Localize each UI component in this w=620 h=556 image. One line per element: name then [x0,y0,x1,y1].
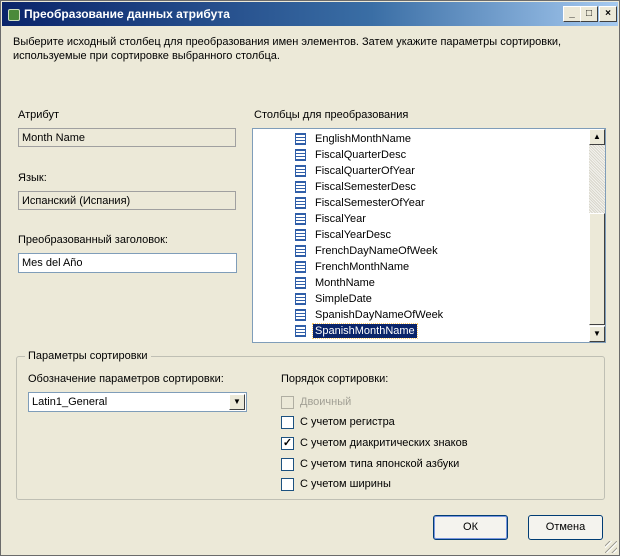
column-icon [295,261,306,273]
list-item[interactable]: FiscalQuarterOfYear [295,163,417,179]
scroll-up-button[interactable]: ▲ [589,129,605,145]
list-item[interactable]: FrenchMonthName [295,259,411,275]
column-icon [295,309,306,321]
sort-option[interactable]: С учетом типа японской азбуки [281,457,459,471]
list-item-label: MonthName [315,277,375,289]
sort-option[interactable]: С учетом ширины [281,477,391,491]
columns-listbox[interactable]: EnglishMonthName FiscalQuarterDesc FiscalQ… [252,128,606,343]
list-item-label: EnglishMonthName [315,133,411,145]
collation-value: Latin1_General [32,396,108,408]
window-title: Преобразование данных атрибута [24,7,230,21]
list-item[interactable]: SpanishDayNameOfWeek [295,307,445,323]
column-icon [295,293,306,305]
column-icon [295,245,306,257]
list-item-label: FiscalYear [315,213,366,225]
sort-option[interactable]: С учетом регистра [281,415,395,429]
list-item-label: SpanishDayNameOfWeek [315,309,444,321]
minimize-button[interactable]: _ [563,6,581,22]
attribute-label: Атрибут [18,109,59,121]
list-item[interactable]: FiscalSemesterDesc [295,179,418,195]
column-icon [295,165,306,177]
translated-caption-label: Преобразованный заголовок: [18,234,168,246]
resize-grip[interactable] [605,541,617,553]
title-bar[interactable]: Преобразование данных атрибута _ □ × [2,2,618,26]
sort-option-label: С учетом ширины [300,478,391,490]
list-item-label: FrenchMonthName [315,261,410,273]
sort-group-title: Параметры сортировки [25,350,151,362]
checkbox [281,395,294,409]
language-field: Испанский (Испания) [18,191,236,210]
sort-option-label: С учетом диакритических знаков [300,437,468,449]
column-icon [295,181,306,193]
column-icon [295,325,306,337]
translated-caption-input[interactable] [18,253,237,273]
sort-option-label: Двоичный [300,396,352,408]
collation-label: Обозначение параметров сортировки: [28,373,224,385]
list-item[interactable]: FrenchDayNameOfWeek [295,243,440,259]
column-icon [295,197,306,209]
sort-option: Двоичный [281,395,351,409]
list-item-label: FiscalQuarterDesc [315,149,407,161]
scroll-thumb[interactable] [589,213,605,325]
maximize-button[interactable]: □ [580,6,598,22]
list-item[interactable]: FiscalQuarterDesc [295,147,408,163]
column-icon [295,133,306,145]
list-item-label: SpanishMonthName [312,323,418,339]
checkbox[interactable] [281,457,294,471]
sort-option-label: С учетом типа японской азбуки [300,458,460,470]
list-item-label: SimpleDate [315,293,372,305]
list-item-label: FiscalQuarterOfYear [315,165,415,177]
checkbox[interactable] [281,415,294,429]
sort-order-label: Порядок сортировки: [281,373,389,385]
list-item-label: FiscalSemesterOfYear [315,197,425,209]
list-item[interactable]: FiscalYearDesc [295,227,393,243]
list-item[interactable]: EnglishMonthName [295,131,413,147]
sort-option-label: С учетом регистра [300,416,395,428]
language-label: Язык: [18,172,47,184]
list-item-label: FiscalSemesterDesc [315,181,416,193]
description-text: Выберите исходный столбец для преобразов… [13,36,562,62]
list-item-label: FiscalYearDesc [315,229,392,241]
app-icon [8,9,20,21]
checkbox[interactable] [281,477,294,491]
column-icon [295,213,306,225]
column-icon [295,229,306,241]
list-item[interactable]: MonthName [295,275,377,291]
list-item[interactable]: SimpleDate [295,291,374,307]
close-button[interactable]: × [599,6,617,22]
scroll-track[interactable] [589,145,605,213]
ok-button[interactable]: ОК [433,515,508,540]
attribute-field: Month Name [18,128,236,147]
cancel-button[interactable]: Отмена [528,515,603,540]
collation-select[interactable]: Latin1_General ▼ [28,392,247,412]
sort-option[interactable]: ✓ С учетом диакритических знаков [281,436,468,450]
dialog-window: Преобразование данных атрибута _ □ × Выб… [0,0,620,556]
column-icon [295,149,306,161]
checkbox[interactable]: ✓ [281,436,294,450]
list-item[interactable]: SpanishMonthName [295,323,418,339]
list-scrollbar[interactable]: ▲ ▼ [589,129,605,342]
list-item[interactable]: FiscalSemesterOfYear [295,195,427,211]
chevron-down-icon[interactable]: ▼ [229,394,245,410]
column-icon [295,277,306,289]
list-item-label: FrenchDayNameOfWeek [315,245,438,257]
columns-label: Столбцы для преобразования [254,109,409,121]
list-item[interactable]: FiscalYear [295,211,368,227]
scroll-down-button[interactable]: ▼ [589,326,605,342]
